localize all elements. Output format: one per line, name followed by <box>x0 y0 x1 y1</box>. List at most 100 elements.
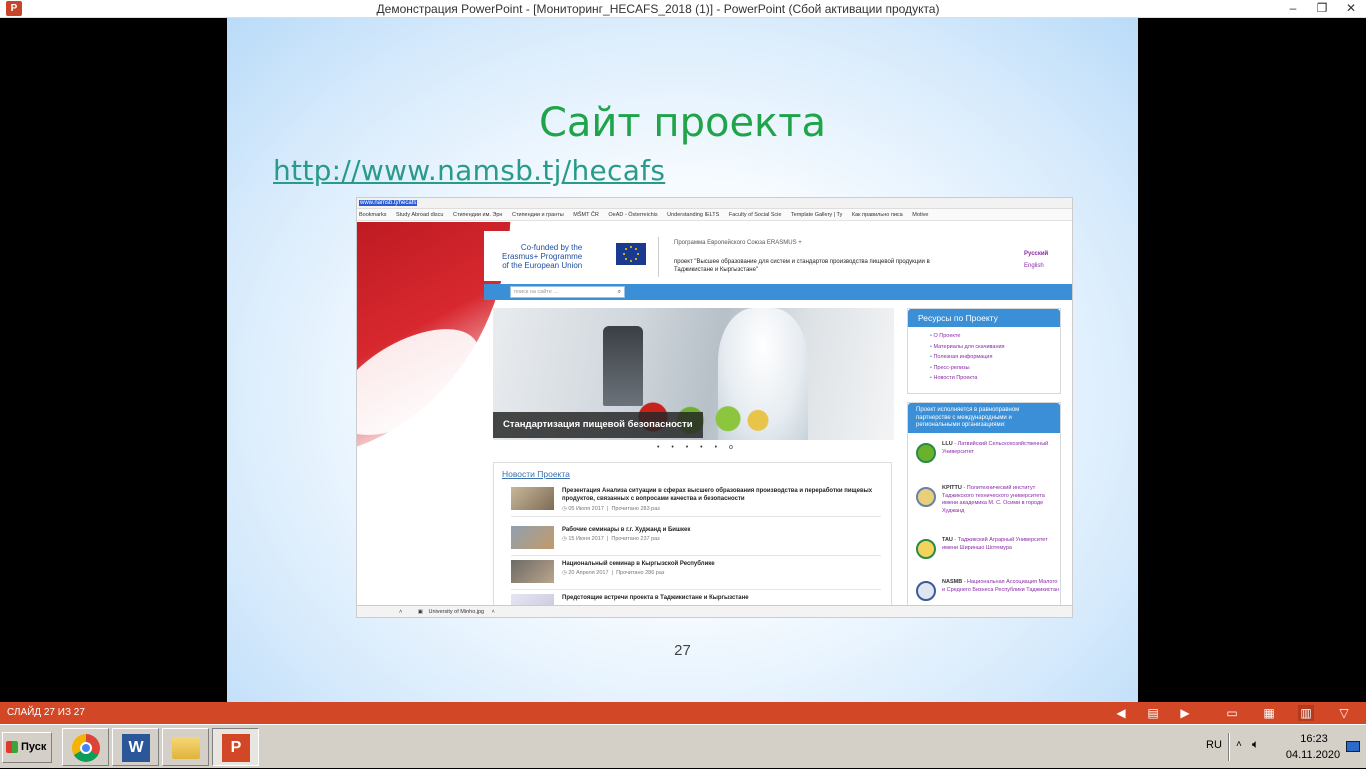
language-indicator[interactable]: RU <box>1206 739 1222 751</box>
site-header: Co-funded by the Erasmus+ Programme of t… <box>484 231 1072 281</box>
news-date: 15 Июня 2017 <box>568 536 604 542</box>
news-item-meta: ◷ 05 Июля 2017 | Прочитано 283 раз <box>562 506 660 512</box>
resources-title: Ресурсы по Проекту <box>908 309 1060 327</box>
news-date: 05 Июля 2017 <box>568 506 604 512</box>
download-filename: University of Minho.jpg <box>428 609 485 615</box>
slide-sorter-icon[interactable]: ▦ <box>1261 705 1277 721</box>
partner-item: LLU - Латвийский Сельскохозяйственный Ун… <box>914 441 1059 481</box>
news-item-title: Предстоящие встречи проекта в Таджикиста… <box>562 595 749 601</box>
bookmark-item: Bookmarks <box>359 212 387 218</box>
news-views: Прочитано 237 раз <box>611 536 660 542</box>
site-search-input: поиск на сайте ... ⌕ <box>510 286 625 298</box>
normal-view-icon[interactable]: ▭ <box>1224 705 1240 721</box>
news-item: Предстоящие встречи проекта в Таджикиста… <box>511 594 881 605</box>
chrome-taskbar-button[interactable] <box>62 728 109 766</box>
partner-text: LLU - Латвийский Сельскохозяйственный Ун… <box>942 441 1060 456</box>
slide[interactable]: Сайт проекта http://www.namsb.tj/hecafs … <box>227 18 1138 702</box>
partner-text: NASMB - Национальная Ассоциация Малого и… <box>942 579 1060 594</box>
eu-line: Co-funded by the <box>520 243 583 252</box>
close-button[interactable]: ✕ <box>1338 0 1364 18</box>
llu-logo-icon <box>916 443 936 463</box>
start-button[interactable]: Пуск <box>2 732 52 763</box>
eu-flag-icon <box>616 243 646 265</box>
news-views: Прочитано 286 раз <box>616 570 665 576</box>
start-label: Пуск <box>21 741 47 753</box>
downloads-bar: ˄ ▣ University of Minho.jpg ˄ <box>357 605 1072 617</box>
clock-time[interactable]: 16:23 <box>1286 733 1342 745</box>
news-date: 20 Апреля 2017 <box>568 570 609 576</box>
search-icon: ⌕ <box>617 289 621 295</box>
resources-box: Ресурсы по Проекту О Проекте Материалы д… <box>907 308 1061 394</box>
reading-view-icon[interactable]: ▥ <box>1298 705 1314 721</box>
bookmark-item: Faculty of Social Scie <box>728 212 782 218</box>
url-text: www.namsb.tj/hecafs <box>359 200 418 206</box>
microscope-shape <box>603 326 643 406</box>
partner-text: TAU - Таджикский Аграрный Университет им… <box>942 537 1060 552</box>
bookmark-item: Стипендии и гранты <box>512 212 564 218</box>
partner-abbr: LLU <box>942 441 953 447</box>
resource-link: Полезная информация <box>930 354 1060 365</box>
chevron-up-icon: ˄ <box>491 609 495 615</box>
eu-line: Erasmus+ Programme <box>502 252 583 261</box>
partner-text: KPITTU - Политехнический институт Таджик… <box>942 485 1060 515</box>
tau-logo-icon <box>916 539 936 559</box>
bookmark-item: Как правильно писа <box>851 212 903 218</box>
header-divider <box>658 237 659 277</box>
bookmark-item: MŠMT ČR <box>573 212 599 218</box>
lang-russian-link: Русский <box>1024 251 1049 257</box>
program-text: Программа Европейского Союза ERASMUS + <box>674 240 802 246</box>
news-item-title: Презентация Анализа ситуации в сферах вы… <box>562 488 873 502</box>
restore-button[interactable]: ❐ <box>1309 0 1335 18</box>
resources-list: О Проекте Материалы для скачивания Полез… <box>908 327 1060 386</box>
volume-icon[interactable]: 🔈︎ <box>1252 737 1259 752</box>
news-views: Прочитано 283 раз <box>611 506 660 512</box>
lang-english-link: English <box>1024 263 1044 269</box>
word-taskbar-button[interactable]: W <box>112 728 159 766</box>
window-title: Демонстрация PowerPoint - [Мониторинг_HE… <box>376 2 940 16</box>
news-item: Национальный семинар в Кыргызской Респуб… <box>511 560 881 590</box>
news-box: Новости Проекта Презентация Анализа ситу… <box>493 462 892 605</box>
resource-link: Новости Проекта <box>930 375 1060 386</box>
eu-cofunded-text: Co-funded by the Erasmus+ Programme of t… <box>502 243 582 270</box>
search-placeholder: поиск на сайте ... <box>514 289 558 295</box>
news-item-meta: ◷ 15 Июня 2017 | Прочитано 237 раз <box>562 536 660 542</box>
taskbar: Пуск W P RU ˄ 🔈︎ 16:23 04.11.2020 <box>0 724 1366 768</box>
slideshow-view-icon[interactable]: ▽ <box>1336 705 1352 721</box>
partner-abbr: NASMB <box>942 579 963 585</box>
kpittu-logo-icon <box>916 487 936 507</box>
bookmark-item: OeAD - Österreichis <box>608 212 658 218</box>
news-thumbnail <box>511 487 554 510</box>
folder-icon <box>172 737 200 759</box>
bookmark-item: Study Abroad discu <box>396 212 444 218</box>
powerpoint-taskbar-button[interactable]: P <box>212 728 259 766</box>
bookmark-item: Motive <box>912 212 929 218</box>
project-text: проект "Высшее образование для систем и … <box>674 259 930 273</box>
partner-abbr: KPITTU <box>942 485 962 491</box>
partner-name: - Таджикский Аграрный Университет имени … <box>942 537 1048 551</box>
explorer-taskbar-button[interactable] <box>162 728 209 766</box>
word-icon: W <box>122 734 150 762</box>
bookmarks-bar: Bookmarks Study Abroad discu Стипендии и… <box>357 209 1072 221</box>
windows-logo-icon <box>6 741 18 753</box>
project-website-link[interactable]: http://www.namsb.tj/hecafs <box>273 154 665 187</box>
bookmark-item: Стипендии им. Эрн <box>452 212 503 218</box>
slide-title: Сайт проекта <box>538 100 827 146</box>
network-icon[interactable] <box>1346 741 1360 752</box>
previous-slide-icon[interactable]: ◀ <box>1113 705 1129 721</box>
resource-link: Пресс-релизы <box>930 365 1060 376</box>
slider-dots: • • • • • o <box>657 444 738 451</box>
show-hidden-icons-icon[interactable]: ˄ <box>1236 739 1242 750</box>
chrome-icon <box>72 734 100 762</box>
powerpoint-icon: P <box>222 734 250 762</box>
minimize-button[interactable]: – <box>1280 0 1306 18</box>
system-tray: RU ˄ 🔈︎ 16:23 04.11.2020 <box>1200 725 1366 769</box>
partner-item: NASMB - Национальная Ассоциация Малого и… <box>914 579 1059 605</box>
hero-caption: Стандартизация пищевой безопасности <box>493 412 703 438</box>
partner-item: KPITTU - Политехнический институт Таджик… <box>914 485 1059 525</box>
clock-date[interactable]: 04.11.2020 <box>1280 749 1346 761</box>
next-slide-icon[interactable]: ▶ <box>1177 705 1193 721</box>
partners-title: Проект исполняется в равноправном партне… <box>908 403 1060 433</box>
eu-line: of the European Union <box>502 261 583 270</box>
notes-icon[interactable]: ▤ <box>1145 705 1161 721</box>
bookmark-item: Template Gallery | Ty <box>790 212 843 218</box>
